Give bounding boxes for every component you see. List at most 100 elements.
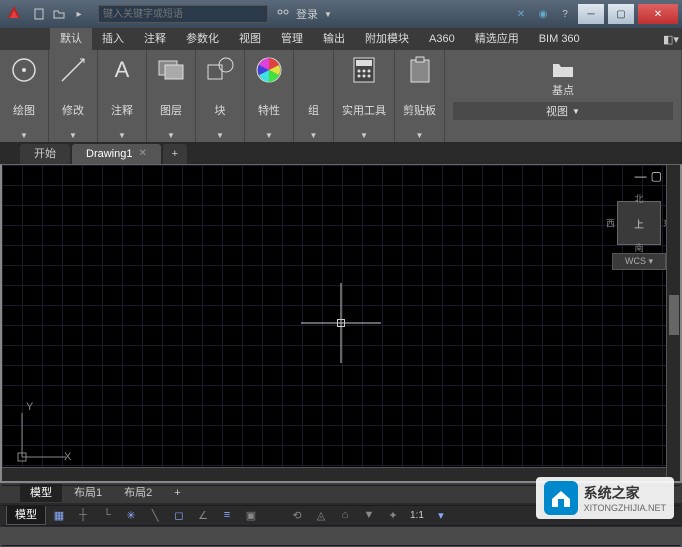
layout-tab-model[interactable]: 模型 xyxy=(20,484,62,502)
tab-featured[interactable]: 精选应用 xyxy=(465,28,529,50)
add-layout-button[interactable]: + xyxy=(164,484,190,502)
layout-tab-1[interactable]: 布局1 xyxy=(64,484,112,502)
selection-filter-icon[interactable]: ▼ xyxy=(358,505,380,525)
panel-block: 块 ▼ xyxy=(196,50,245,142)
tab-a360[interactable]: A360 xyxy=(419,28,465,50)
snap-toggle-icon[interactable]: ┼ xyxy=(72,505,94,525)
tab-manage[interactable]: 管理 xyxy=(271,28,313,50)
annotation-scale-dropdown-icon[interactable]: ▾ xyxy=(430,505,452,525)
dynamic-ucs-icon[interactable]: ⌂ xyxy=(334,505,356,525)
new-tab-button[interactable]: + xyxy=(163,144,187,164)
ortho-toggle-icon[interactable]: └ xyxy=(96,505,118,525)
viewcube-west[interactable]: 西 xyxy=(606,217,615,230)
viewcube-face[interactable]: 上 xyxy=(634,216,644,231)
tab-default[interactable]: 默认 xyxy=(50,28,92,50)
viewcube[interactable]: 北 南 东 西 上 WCS ▾ xyxy=(612,193,666,270)
minimize-viewport-icon[interactable]: — xyxy=(635,169,647,183)
polar-toggle-icon[interactable]: ✳ xyxy=(120,505,142,525)
open-icon[interactable] xyxy=(50,5,68,23)
text-icon[interactable]: A xyxy=(106,54,138,86)
osnap-toggle-icon[interactable]: ◻ xyxy=(168,505,190,525)
lineweight-icon[interactable]: ≡ xyxy=(216,505,238,525)
calculator-icon[interactable] xyxy=(348,54,380,86)
new-icon[interactable] xyxy=(30,5,48,23)
close-button[interactable]: ✕ xyxy=(638,4,678,24)
ribbon: 绘图 ▼ 修改 ▼ A 注释 ▼ 图层 ▼ 块 ▼ 特性 ▼ 组 ▼ 实用工具 … xyxy=(0,50,682,142)
quick-access-toolbar: ▸ xyxy=(30,5,88,23)
chevron-down-icon[interactable]: ▼ xyxy=(20,131,28,140)
close-tab-icon[interactable]: ✕ xyxy=(138,144,146,164)
user-icon[interactable] xyxy=(276,8,290,20)
tab-annotate[interactable]: 注释 xyxy=(134,28,176,50)
layers-icon[interactable] xyxy=(155,54,187,86)
tab-insert[interactable]: 插入 xyxy=(92,28,134,50)
move-icon[interactable] xyxy=(57,54,89,86)
chevron-down-icon[interactable]: ▼ xyxy=(118,131,126,140)
maximize-viewport-icon[interactable]: ▢ xyxy=(651,169,662,183)
watermark-url: XITONGZHIJIA.NET xyxy=(584,503,666,513)
minimize-button[interactable]: ─ xyxy=(578,4,604,24)
panel-label: 修改 xyxy=(62,102,84,118)
maximize-button[interactable]: ▢ xyxy=(608,4,634,24)
panel-utilities: 实用工具 ▼ xyxy=(334,50,395,142)
viewcube-north[interactable]: 北 xyxy=(634,192,643,205)
circle-icon[interactable] xyxy=(8,54,40,86)
dropdown-icon[interactable]: ▸ xyxy=(70,5,88,23)
panel-modify: 修改 ▼ xyxy=(49,50,98,142)
chevron-down-icon[interactable]: ▼ xyxy=(69,131,77,140)
tab-start[interactable]: 开始 xyxy=(20,144,70,164)
tab-view[interactable]: 视图 xyxy=(229,28,271,50)
block-icon[interactable] xyxy=(204,54,236,86)
transparency-icon[interactable]: ▣ xyxy=(240,505,262,525)
chevron-down-icon[interactable]: ▼ xyxy=(265,131,273,140)
svg-text:A: A xyxy=(115,57,130,82)
exchange-icon[interactable]: ✕ xyxy=(512,5,530,23)
login-button[interactable]: 登录 xyxy=(296,6,318,22)
scrollbar-vertical[interactable] xyxy=(666,165,680,481)
annotation-scale[interactable]: 1:1 xyxy=(406,510,428,521)
panel-label: 注释 xyxy=(111,102,133,118)
watermark: 系统之家 XITONGZHIJIA.NET xyxy=(536,477,674,519)
tab-output[interactable]: 输出 xyxy=(313,28,355,50)
wcs-label[interactable]: WCS ▾ xyxy=(612,253,666,270)
drawing-canvas[interactable]: document.write(Array.from({length:40},(_… xyxy=(0,164,682,483)
chevron-down-icon[interactable]: ▼ xyxy=(310,131,318,140)
search-input[interactable] xyxy=(98,5,268,23)
panel-label: 实用工具 xyxy=(342,102,386,118)
group-icon[interactable] xyxy=(298,54,330,86)
panel-label: 基点 xyxy=(552,82,574,98)
ribbon-expand-icon[interactable]: ◧▾ xyxy=(660,28,682,50)
chevron-down-icon[interactable]: ▼ xyxy=(416,131,424,140)
selection-cycling-icon[interactable]: ⟲ xyxy=(286,505,308,525)
gizmo-icon[interactable]: ✦ xyxy=(382,505,404,525)
panel-label: 组 xyxy=(308,102,319,118)
panel-basepoint: 基点 视图▼ xyxy=(445,50,682,142)
panel-label: 图层 xyxy=(160,102,182,118)
viewcube-south[interactable]: 南 xyxy=(634,241,643,254)
panel-footer[interactable]: 视图▼ xyxy=(453,102,673,120)
chevron-down-icon[interactable]: ▼ xyxy=(360,131,368,140)
cloud-icon[interactable]: ◉ xyxy=(534,5,552,23)
grid-toggle-icon[interactable]: ▦ xyxy=(48,505,70,525)
tab-bim360[interactable]: BIM 360 xyxy=(529,28,590,50)
panel-label: 块 xyxy=(215,102,226,118)
otrack-icon[interactable]: ∠ xyxy=(192,505,214,525)
panel-group: 组 ▼ xyxy=(294,50,334,142)
help-icon[interactable]: ? xyxy=(556,5,574,23)
panel-layers: 图层 ▼ xyxy=(147,50,196,142)
tab-drawing1[interactable]: Drawing1 ✕ xyxy=(72,144,161,164)
chevron-down-icon[interactable]: ▼ xyxy=(167,131,175,140)
3dosnap-icon[interactable]: ◬ xyxy=(310,505,332,525)
clipboard-icon[interactable] xyxy=(404,54,436,86)
layout-tab-2[interactable]: 布局2 xyxy=(114,484,162,502)
tab-addins[interactable]: 附加模块 xyxy=(355,28,419,50)
scrollbar-thumb[interactable] xyxy=(669,295,679,335)
chevron-down-icon[interactable]: ▼ xyxy=(216,131,224,140)
tab-parametric[interactable]: 参数化 xyxy=(176,28,229,50)
chevron-down-icon[interactable]: ▼ xyxy=(324,10,332,19)
ucs-icon: X Y xyxy=(14,405,74,465)
color-wheel-icon[interactable] xyxy=(253,54,285,86)
isodraft-icon[interactable]: ╲ xyxy=(144,505,166,525)
model-space-button[interactable]: 模型 xyxy=(6,505,46,525)
folder-icon[interactable] xyxy=(551,60,575,80)
